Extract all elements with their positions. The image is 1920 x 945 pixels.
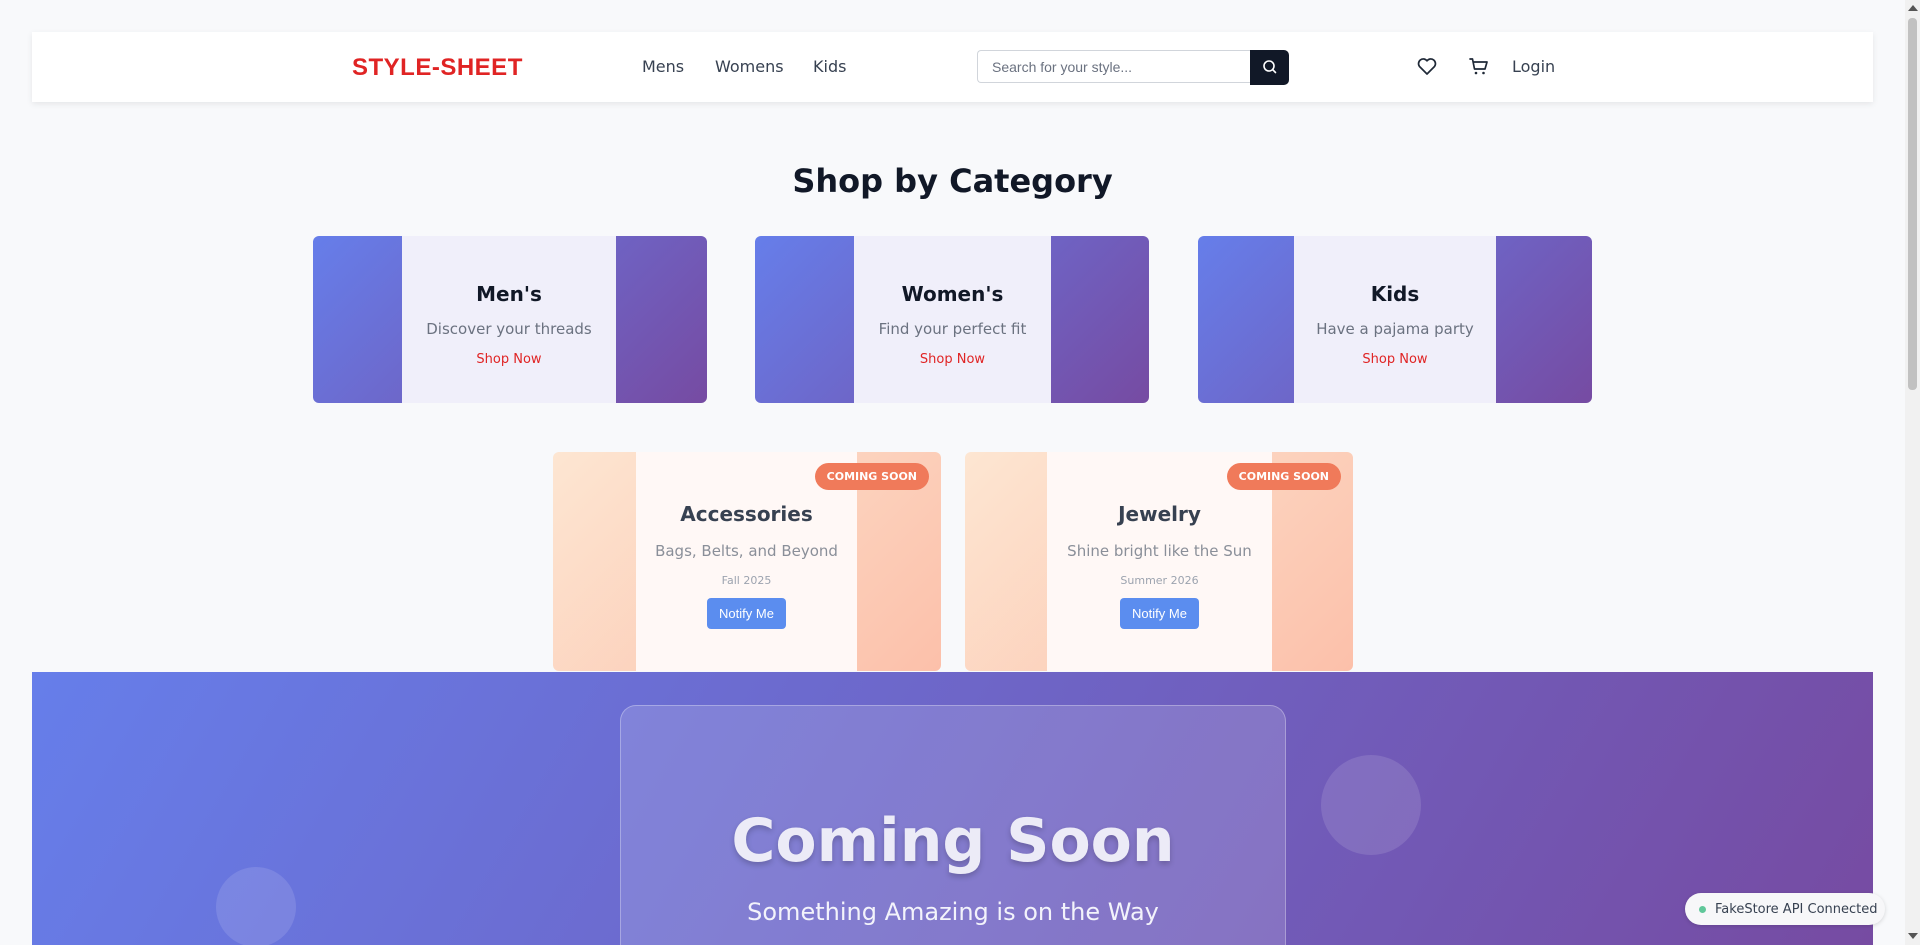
scrollbar-thumb[interactable] xyxy=(1908,18,1917,390)
category-card-body: Men's Discover your threads Shop Now xyxy=(402,236,616,403)
heart-icon xyxy=(1417,58,1437,75)
coming-soon-description: Bags, Belts, and Beyond xyxy=(655,542,838,560)
category-description: Have a pajama party xyxy=(1316,320,1474,338)
search-input[interactable] xyxy=(977,50,1250,83)
category-card-body: Women's Find your perfect fit Shop Now xyxy=(854,236,1051,403)
status-dot xyxy=(1699,906,1706,913)
category-description: Discover your threads xyxy=(426,320,592,338)
scroll-down-arrow[interactable] xyxy=(1908,933,1918,939)
api-status-text: FakeStore API Connected xyxy=(1715,902,1878,917)
nav-mens[interactable]: Mens xyxy=(642,57,684,76)
logo[interactable]: STYLE-SHEET xyxy=(352,54,523,82)
coming-soon-title: Accessories xyxy=(680,502,813,526)
notify-me-button[interactable]: Notify Me xyxy=(1120,598,1199,629)
category-title: Kids xyxy=(1370,282,1420,306)
coming-soon-badge: COMING SOON xyxy=(814,463,929,490)
shop-now-link[interactable]: Shop Now xyxy=(1294,352,1496,367)
category-card-mens[interactable]: Men's Discover your threads Shop Now xyxy=(313,236,707,403)
coming-soon-hero: Coming Soon Something Amazing is on the … xyxy=(32,672,1873,945)
notify-me-button[interactable]: Notify Me xyxy=(707,598,786,629)
coming-soon-description: Shine bright like the Sun xyxy=(1067,542,1252,560)
coming-soon-title: Jewelry xyxy=(1118,502,1201,526)
launch-date: Summer 2026 xyxy=(1120,574,1199,587)
login-link[interactable]: Login xyxy=(1512,57,1555,76)
category-card-body: Kids Have a pajama party Shop Now xyxy=(1294,236,1496,403)
category-card-womens[interactable]: Women's Find your perfect fit Shop Now xyxy=(755,236,1149,403)
decorative-bubble xyxy=(1321,755,1421,855)
scroll-up-arrow[interactable] xyxy=(1908,5,1918,11)
nav-womens[interactable]: Womens xyxy=(715,57,784,76)
hero-title: Coming Soon xyxy=(731,806,1175,876)
coming-soon-badge: COMING SOON xyxy=(1226,463,1341,490)
nav-kids[interactable]: Kids xyxy=(813,57,846,76)
section-title: Shop by Category xyxy=(792,162,1113,200)
launch-date: Fall 2025 xyxy=(721,574,772,587)
search-icon xyxy=(1263,60,1277,74)
site-header: STYLE-SHEET Mens Womens Kids Login xyxy=(32,32,1873,102)
cart-icon xyxy=(1469,58,1488,75)
category-card-kids[interactable]: Kids Have a pajama party Shop Now xyxy=(1198,236,1592,403)
category-title: Men's xyxy=(476,282,542,306)
search-button[interactable] xyxy=(1250,50,1289,85)
wishlist-button[interactable] xyxy=(1415,54,1439,78)
shop-now-link[interactable]: Shop Now xyxy=(402,352,616,367)
cart-button[interactable] xyxy=(1467,54,1491,78)
coming-soon-card-jewelry: Jewelry Shine bright like the Sun Summer… xyxy=(965,452,1353,671)
decorative-bubble xyxy=(216,867,296,945)
category-title: Women's xyxy=(901,282,1004,306)
hero-subtitle: Something Amazing is on the Way xyxy=(747,898,1159,926)
coming-soon-card-accessories: Accessories Bags, Belts, and Beyond Fall… xyxy=(553,452,941,671)
scrollbar[interactable] xyxy=(1905,0,1920,945)
shop-now-link[interactable]: Shop Now xyxy=(854,352,1051,367)
hero-panel: Coming Soon Something Amazing is on the … xyxy=(620,705,1286,945)
category-description: Find your perfect fit xyxy=(878,320,1027,338)
api-status-pill: FakeStore API Connected xyxy=(1685,893,1885,925)
